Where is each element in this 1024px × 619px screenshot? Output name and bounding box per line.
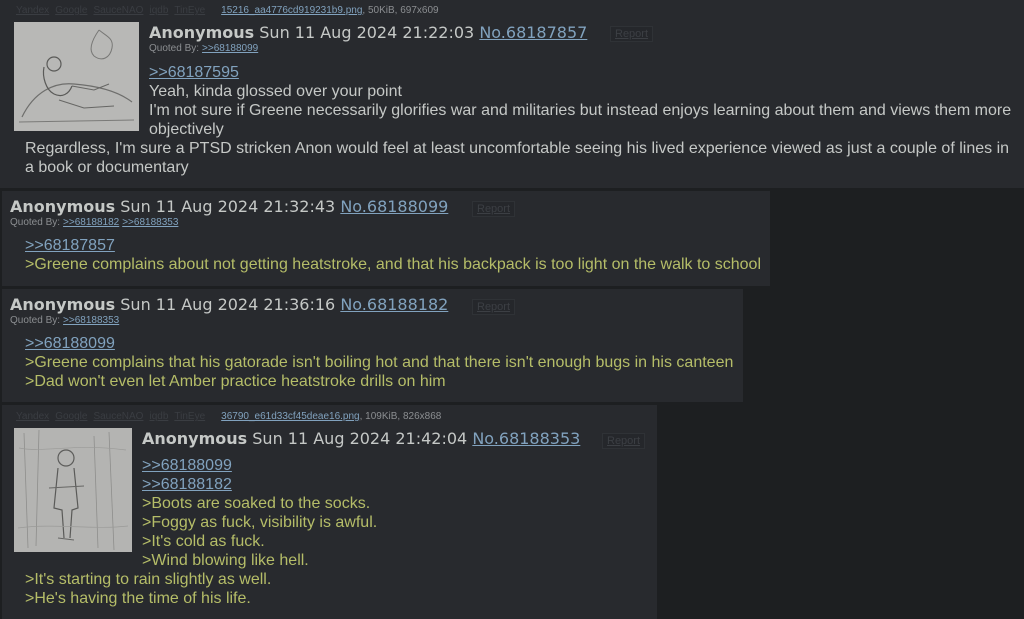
quote-link[interactable]: >>68187857 (25, 236, 115, 255)
quoted-by: Quoted By: >>68188099 (149, 43, 258, 55)
greentext-line: >Dad won't even let Amber practice heats… (25, 373, 446, 390)
quote-link[interactable]: >>68188182 (142, 475, 232, 494)
file-meta: , 109KiB, 826x868 (359, 411, 442, 422)
greentext-line: >It's cold as fuck. (142, 533, 265, 550)
greentext-line: >Greene complains about not getting heat… (25, 256, 762, 273)
search-iqdb-link[interactable]: iqdb (149, 411, 168, 422)
poster-name: Anonymous (149, 23, 255, 42)
report-button[interactable]: Report (472, 201, 516, 217)
backlink[interactable]: >>68188353 (122, 217, 178, 228)
post-68187857: Yandex Google SauceNAO iqdb TinEye 15216_aa47… (0, 0, 1024, 188)
post-text-line: I'm not sure if Greene necessarily glori… (149, 102, 1012, 119)
report-button[interactable]: Report (472, 299, 516, 315)
search-yandex-link[interactable]: Yandex (16, 5, 49, 16)
search-google-link[interactable]: Google (55, 5, 87, 16)
file-meta: , 50KiB, 697x609 (362, 5, 439, 16)
quoted-by-label: Quoted By: (10, 217, 61, 228)
backlink[interactable]: >>68188353 (63, 315, 119, 326)
post-thumbnail[interactable] (14, 428, 132, 552)
search-iqdb-link[interactable]: iqdb (149, 5, 168, 16)
search-saucenao-link[interactable]: SauceNAO (93, 411, 143, 422)
post-header: Anonymous Sun 11 Aug 2024 21:42:04 No.68… (142, 429, 580, 449)
search-google-link[interactable]: Google (55, 411, 87, 422)
post-header: Anonymous Sun 11 Aug 2024 21:32:43 No.68… (10, 197, 448, 217)
quoted-by: Quoted By: >>68188353 (10, 315, 119, 327)
file-name-link[interactable]: 15216_aa4776cd919231b9.png (221, 5, 362, 16)
file-info: Yandex Google SauceNAO iqdb TinEye 15216_aa47… (16, 5, 439, 17)
search-saucenao-link[interactable]: SauceNAO (93, 5, 143, 16)
post-date: Sun 11 Aug 2024 21:22:03 (259, 23, 475, 42)
post-date: Sun 11 Aug 2024 21:36:16 (120, 295, 336, 314)
search-tineye-link[interactable]: TinEye (174, 411, 205, 422)
post-date: Sun 11 Aug 2024 21:42:04 (252, 429, 468, 448)
post-text-line: Regardless, I'm sure a PTSD stricken Ano… (25, 140, 1010, 157)
poster-name: Anonymous (10, 295, 116, 314)
post-68188099: Anonymous Sun 11 Aug 2024 21:32:43 No.68… (2, 191, 770, 286)
post-68188353: Yandex Google SauceNAO iqdb TinEye 36790_e61d… (2, 405, 657, 619)
quoted-by-label: Quoted By: (10, 315, 61, 326)
post-number-link[interactable]: No.68188182 (340, 295, 448, 314)
greentext-line: >Foggy as fuck, visibility is awful. (142, 514, 378, 531)
file-info: Yandex Google SauceNAO iqdb TinEye 36790_e61d… (16, 411, 441, 423)
quoted-by-label: Quoted By: (149, 43, 200, 54)
search-tineye-link[interactable]: TinEye (174, 5, 205, 16)
backlink[interactable]: >>68188182 (63, 217, 119, 228)
post-number-link[interactable]: No.68187857 (479, 23, 587, 42)
backlink[interactable]: >>68188099 (202, 43, 258, 54)
quote-link[interactable]: >>68187595 (149, 63, 239, 82)
greentext-line: >He's having the time of his life. (25, 590, 251, 607)
report-button[interactable]: Report (610, 26, 654, 42)
post-68188182: Anonymous Sun 11 Aug 2024 21:36:16 No.68… (2, 289, 743, 402)
post-text-line: Yeah, kinda glossed over your point (149, 83, 402, 100)
quoted-by: Quoted By: >>68188182 >>68188353 (10, 217, 178, 229)
post-number-link[interactable]: No.68188353 (472, 429, 580, 448)
post-text-line: a book or documentary (25, 159, 189, 176)
greentext-line: >Greene complains that his gatorade isn'… (25, 354, 734, 371)
poster-name: Anonymous (142, 429, 248, 448)
greentext-line: >Boots are soaked to the socks. (142, 495, 371, 512)
post-number-link[interactable]: No.68188099 (340, 197, 448, 216)
post-header: Anonymous Sun 11 Aug 2024 21:36:16 No.68… (10, 295, 448, 315)
greentext-line: >It's starting to rain slightly as well. (25, 571, 272, 588)
greentext-line: >Wind blowing like hell. (142, 552, 309, 569)
post-text-line: objectively (149, 121, 224, 138)
quote-link[interactable]: >>68188099 (25, 334, 115, 353)
search-yandex-link[interactable]: Yandex (16, 411, 49, 422)
post-date: Sun 11 Aug 2024 21:32:43 (120, 197, 336, 216)
report-button[interactable]: Report (602, 433, 646, 449)
file-name-link[interactable]: 36790_e61d33cf45deae16.png (221, 411, 359, 422)
post-header: Anonymous Sun 11 Aug 2024 21:22:03 No.68… (149, 23, 587, 43)
poster-name: Anonymous (10, 197, 116, 216)
quote-link[interactable]: >>68188099 (142, 456, 232, 475)
post-thumbnail[interactable] (14, 22, 139, 131)
